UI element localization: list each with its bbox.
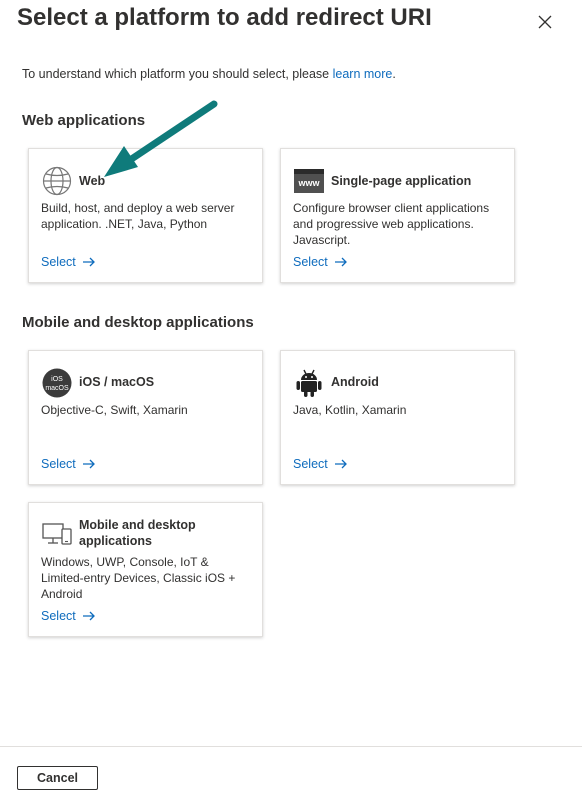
globe-icon [41, 165, 73, 197]
section-title-web-applications: Web applications [22, 112, 146, 129]
select-web-link[interactable]: Select [41, 255, 96, 269]
card-description: Build, host, and deploy a web server app… [41, 201, 235, 231]
platform-card-android[interactable]: Android Java, Kotlin, Xamarin Select [280, 350, 515, 485]
intro-text: To understand which platform you should … [22, 67, 396, 81]
close-icon [538, 15, 552, 29]
intro-text-body: To understand which platform you should … [22, 67, 333, 81]
desktop-mobile-icon [41, 517, 73, 549]
arrow-right-icon [82, 459, 95, 469]
cancel-button[interactable]: Cancel [17, 766, 98, 790]
intro-text-suffix: . [392, 67, 396, 81]
card-header: iOS macOS iOS / macOS [41, 367, 154, 399]
select-label: Select [41, 255, 76, 269]
card-title: Android [331, 375, 379, 389]
platform-card-mobile-and-desktop[interactable]: Mobile and desktop applications Windows,… [28, 502, 263, 637]
select-single-page-application-link[interactable]: Select [293, 255, 348, 269]
platform-card-web[interactable]: Web Build, host, and deploy a web server… [28, 148, 263, 283]
www-icon: www [293, 165, 325, 197]
macos-icon-text: macOS [45, 385, 69, 392]
select-label: Select [41, 457, 76, 471]
select-ios-macos-link[interactable]: Select [41, 457, 96, 471]
card-header: Web [41, 165, 105, 197]
card-title: Single-page application [331, 174, 472, 188]
card-header: www Single-page application [293, 165, 471, 197]
learn-more-link[interactable]: learn more [333, 67, 393, 81]
select-label: Select [293, 255, 328, 269]
section-title-mobile-and-desktop: Mobile and desktop applications [22, 314, 254, 331]
android-icon [293, 367, 325, 399]
platform-card-single-page-application[interactable]: www Single-page application Configure br… [280, 148, 515, 283]
card-title: iOS / macOS [79, 375, 155, 389]
select-mobile-and-desktop-link[interactable]: Select [41, 609, 96, 623]
select-android-link[interactable]: Select [293, 457, 348, 471]
www-icon-text: www [297, 178, 320, 188]
card-title: Mobile and desktop applications [79, 518, 196, 548]
card-header: Android [293, 367, 379, 399]
select-label: Select [41, 609, 76, 623]
footer-divider [0, 746, 582, 747]
close-button[interactable] [531, 8, 559, 36]
card-description: Java, Kotlin, Xamarin [293, 403, 407, 417]
ios-icon-text: iOS [51, 376, 63, 383]
card-description: Windows, UWP, Console, IoT & Limited-ent… [41, 555, 236, 601]
card-title: Web [79, 174, 106, 188]
arrow-right-icon [334, 257, 347, 267]
arrow-right-icon [82, 611, 95, 621]
panel-title: Select a platform to add redirect URI [17, 4, 432, 31]
arrow-right-icon [334, 459, 347, 469]
ios-macos-icon: iOS macOS [41, 367, 73, 399]
card-description: Configure browser client applications an… [293, 201, 490, 247]
select-label: Select [293, 457, 328, 471]
card-header: Mobile and desktop applications [41, 517, 229, 549]
arrow-right-icon [82, 257, 95, 267]
platform-card-ios-macos[interactable]: iOS macOS iOS / macOS Objective-C, Swift… [28, 350, 263, 485]
card-description: Objective-C, Swift, Xamarin [41, 403, 188, 417]
redirect-uri-panel: Select a platform to add redirect URI To… [0, 0, 582, 810]
